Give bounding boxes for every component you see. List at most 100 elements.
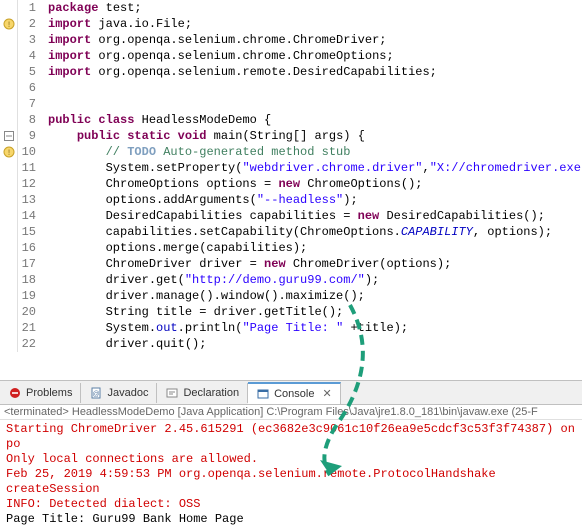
gutter — [0, 32, 18, 48]
svg-text:!: ! — [6, 149, 11, 158]
line-number: 6 — [18, 80, 42, 96]
code-line[interactable]: ! 2import java.io.File; — [0, 16, 582, 32]
code-line[interactable]: 3import org.openqa.selenium.chrome.Chrom… — [0, 32, 582, 48]
line-number: 2 — [18, 16, 42, 32]
code-content: import java.io.File; — [42, 16, 192, 32]
code-content: public static void main(String[] args) { — [42, 128, 365, 144]
bottom-panel: Problems @ Javadoc Declaration Console ✕… — [0, 380, 582, 529]
line-number: 17 — [18, 256, 42, 272]
gutter — [0, 304, 18, 320]
line-number: 14 — [18, 208, 42, 224]
code-line[interactable]: 6 — [0, 80, 582, 96]
code-line[interactable]: ! 10 // TODO Auto-generated method stub — [0, 144, 582, 160]
line-number: 9 — [18, 128, 42, 144]
console-icon — [256, 387, 270, 401]
gutter — [0, 320, 18, 336]
close-icon[interactable]: ✕ — [322, 387, 331, 400]
tab-label: Javadoc — [107, 387, 148, 399]
gutter: ! — [0, 16, 18, 32]
code-line[interactable]: 16 options.merge(capabilities); — [0, 240, 582, 256]
line-number: 21 — [18, 320, 42, 336]
javadoc-icon: @ — [89, 386, 103, 400]
code-content: driver.manage().window().maximize(); — [42, 288, 365, 304]
gutter — [0, 112, 18, 128]
code-content — [42, 80, 48, 96]
code-line[interactable]: 15 capabilities.setCapability(ChromeOpti… — [0, 224, 582, 240]
code-line[interactable]: 12 ChromeOptions options = new ChromeOpt… — [0, 176, 582, 192]
tab-javadoc[interactable]: @ Javadoc — [81, 383, 157, 403]
line-number: 22 — [18, 336, 42, 352]
code-content: // TODO Auto-generated method stub — [42, 144, 350, 160]
code-content: capabilities.setCapability(ChromeOptions… — [42, 224, 552, 240]
code-line[interactable]: 13 options.addArguments("--headless"); — [0, 192, 582, 208]
gutter — [0, 176, 18, 192]
code-line[interactable]: 18 driver.get("http://demo.guru99.com/")… — [0, 272, 582, 288]
code-content: options.merge(capabilities); — [42, 240, 307, 256]
tab-label: Declaration — [183, 387, 239, 399]
console-output[interactable]: Starting ChromeDriver 2.45.615291 (ec368… — [0, 420, 582, 529]
gutter — [0, 0, 18, 16]
tabs-bar: Problems @ Javadoc Declaration Console ✕ — [0, 381, 582, 405]
gutter — [0, 288, 18, 304]
code-editor[interactable]: 1package test;! 2import java.io.File;3imp… — [0, 0, 582, 380]
gutter — [0, 192, 18, 208]
gutter — [0, 336, 18, 352]
line-number: 5 — [18, 64, 42, 80]
gutter — [0, 80, 18, 96]
gutter — [0, 272, 18, 288]
code-line[interactable]: 22 driver.quit(); — [0, 336, 582, 352]
tab-label: Problems — [26, 387, 72, 399]
svg-text:@: @ — [93, 391, 100, 398]
gutter — [0, 64, 18, 80]
code-content: options.addArguments("--headless"); — [42, 192, 358, 208]
code-line[interactable]: 8public class HeadlessModeDemo { — [0, 112, 582, 128]
line-number: 7 — [18, 96, 42, 112]
code-line[interactable]: 21 System.out.println("Page Title: " +ti… — [0, 320, 582, 336]
error-icon — [8, 386, 22, 400]
tab-declaration[interactable]: Declaration — [157, 383, 248, 403]
declaration-icon — [165, 386, 179, 400]
code-line[interactable]: 19 driver.manage().window().maximize(); — [0, 288, 582, 304]
line-number: 8 — [18, 112, 42, 128]
code-line[interactable]: 9 public static void main(String[] args)… — [0, 128, 582, 144]
console-line: INFO: Detected dialect: OSS — [6, 497, 576, 512]
line-number: 15 — [18, 224, 42, 240]
code-line[interactable]: 5import org.openqa.selenium.remote.Desir… — [0, 64, 582, 80]
code-line[interactable]: 7 — [0, 96, 582, 112]
gutter — [0, 128, 18, 144]
svg-text:!: ! — [6, 21, 11, 30]
tab-console[interactable]: Console ✕ — [248, 382, 341, 404]
gutter — [0, 48, 18, 64]
line-number: 13 — [18, 192, 42, 208]
code-line[interactable]: 4import org.openqa.selenium.chrome.Chrom… — [0, 48, 582, 64]
tab-label: Console — [274, 388, 314, 400]
line-number: 3 — [18, 32, 42, 48]
code-line[interactable]: 1package test; — [0, 0, 582, 16]
console-line: Starting ChromeDriver 2.45.615291 (ec368… — [6, 422, 576, 452]
line-number: 16 — [18, 240, 42, 256]
code-content: public class HeadlessModeDemo { — [42, 112, 271, 128]
gutter — [0, 256, 18, 272]
gutter — [0, 96, 18, 112]
code-line[interactable]: 17 ChromeDriver driver = new ChromeDrive… — [0, 256, 582, 272]
gutter: ! — [0, 144, 18, 160]
line-number: 18 — [18, 272, 42, 288]
code-content: import org.openqa.selenium.chrome.Chrome… — [42, 48, 394, 64]
code-line[interactable]: 20 String title = driver.getTitle(); — [0, 304, 582, 320]
code-line[interactable]: 11 System.setProperty("webdriver.chrome.… — [0, 160, 582, 176]
gutter — [0, 208, 18, 224]
code-content: System.setProperty("webdriver.chrome.dri… — [42, 160, 582, 176]
code-content: ChromeOptions options = new ChromeOption… — [42, 176, 422, 192]
line-number: 11 — [18, 160, 42, 176]
line-number: 20 — [18, 304, 42, 320]
code-content: driver.get("http://demo.guru99.com/"); — [42, 272, 379, 288]
gutter — [0, 160, 18, 176]
code-content: String title = driver.getTitle(); — [42, 304, 343, 320]
line-number: 4 — [18, 48, 42, 64]
tab-problems[interactable]: Problems — [0, 383, 81, 403]
code-line[interactable]: 14 DesiredCapabilities capabilities = ne… — [0, 208, 582, 224]
code-content: import org.openqa.selenium.chrome.Chrome… — [42, 32, 386, 48]
line-number: 10 — [18, 144, 42, 160]
line-number: 1 — [18, 0, 42, 16]
console-line: Only local connections are allowed. — [6, 452, 576, 467]
